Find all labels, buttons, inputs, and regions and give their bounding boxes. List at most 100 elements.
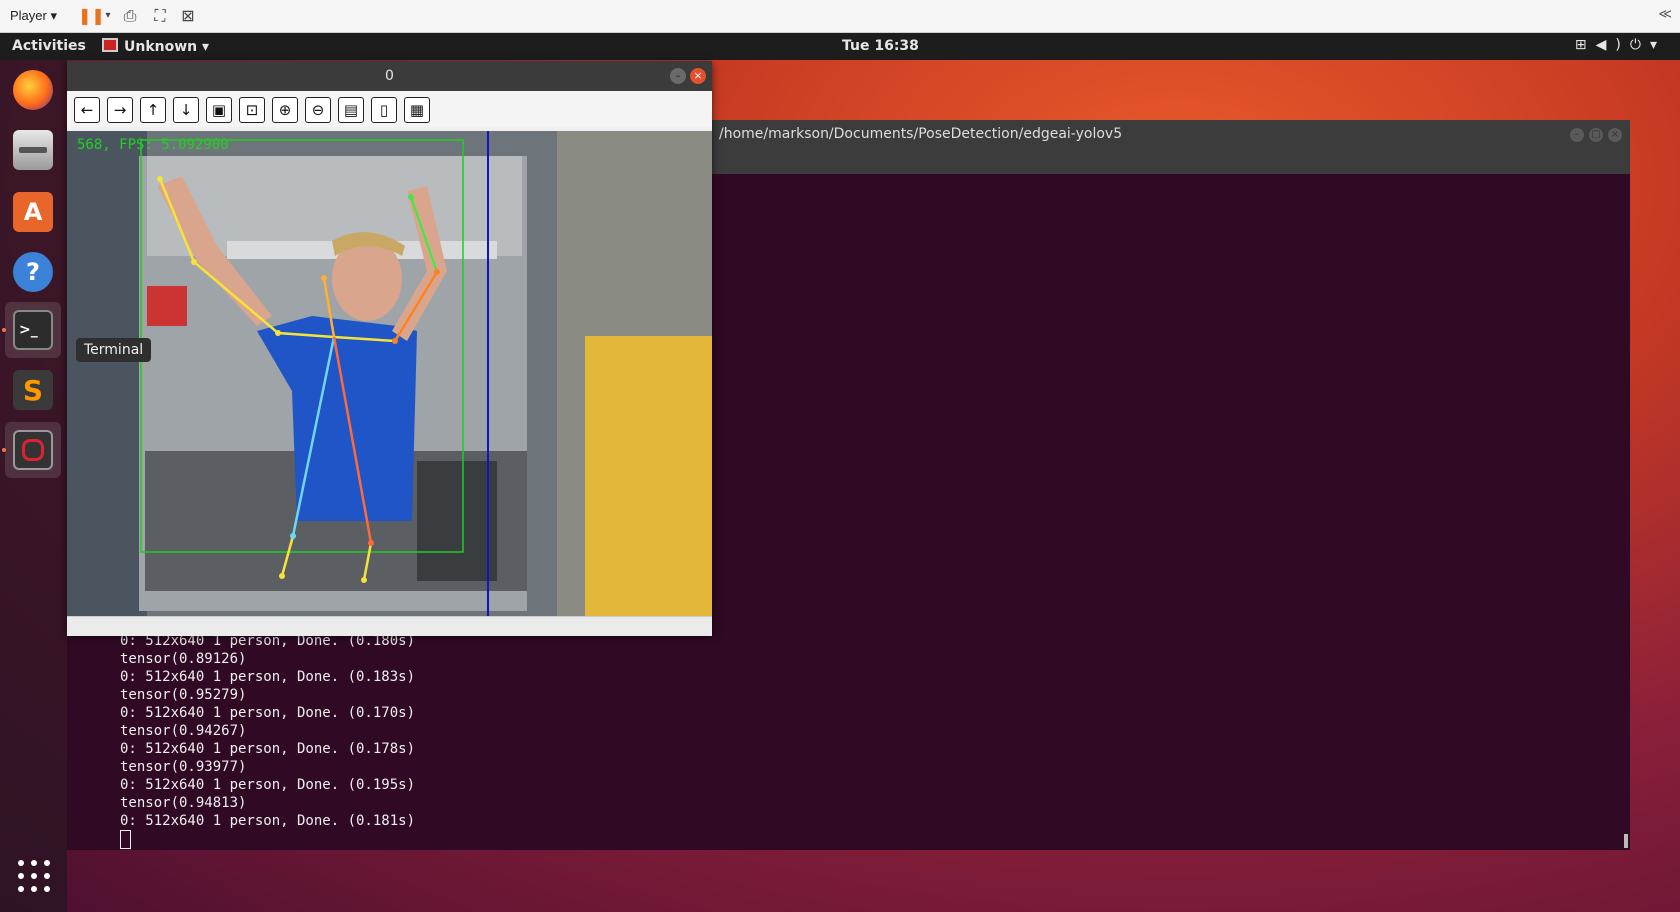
image-icon: ▣: [211, 101, 227, 119]
keypoint: [434, 269, 440, 275]
keypoint: [290, 533, 296, 539]
terminal-line: tensor(0.93977): [120, 759, 247, 775]
player-menu-button[interactable]: Player ▾: [10, 8, 57, 24]
show-applications-button[interactable]: [18, 860, 50, 892]
pose-visualization: [67, 131, 712, 616]
close-button[interactable]: ×: [690, 68, 706, 84]
network-icon: ⊞: [1574, 37, 1596, 53]
stove: [417, 461, 497, 581]
image-zoom-icon: ⊡: [245, 101, 259, 119]
terminal-line: 0: 512x640 1 person, Done. (0.183s): [120, 669, 416, 685]
terminal-line: tensor(0.89126): [120, 651, 247, 667]
zoom-out-icon: ⊖: [311, 101, 325, 119]
collapse-toolbar-button[interactable]: ≪: [1658, 7, 1672, 22]
pan-down-button[interactable]: ↓: [173, 97, 199, 123]
top-bar: Activities Unknown ▾ Tue 16:38 ⊞◀)⏻▾: [0, 33, 1680, 60]
pan-up-button[interactable]: ↑: [140, 97, 166, 123]
keypoint: [408, 194, 414, 200]
power-icon: ⏻: [1629, 37, 1650, 53]
zoom-original-button[interactable]: ⊡: [239, 97, 265, 123]
terminal-line: tensor(0.94267): [120, 723, 247, 739]
terminal-line: tensor(0.94813): [120, 795, 247, 811]
minimize-button[interactable]: –: [1570, 128, 1584, 142]
save-image-button[interactable]: ▤: [338, 97, 364, 123]
dock: A ? >_ S: [0, 60, 67, 912]
logo-sign: [147, 286, 187, 326]
keypoint: [368, 540, 374, 546]
terminal-line: 0: 512x640 1 person, Done. (0.170s): [120, 705, 416, 721]
dock-tooltip: Terminal: [76, 338, 152, 362]
app-icon: [102, 38, 118, 52]
save-icon: ▤: [343, 101, 359, 119]
keypoint: [191, 259, 197, 265]
send-keys-icon[interactable]: ⎙: [120, 6, 140, 26]
arrow-down-icon: ↓: [179, 101, 193, 119]
recorder-icon: [13, 430, 53, 470]
app-menu-label: Unknown ▾: [124, 39, 210, 55]
terminal-line: tensor(0.95279): [120, 687, 247, 703]
terminal-scrollbar[interactable]: [1624, 834, 1628, 848]
pause-icon[interactable]: ❚❚: [78, 6, 105, 26]
clipboard-icon: ▯: [379, 101, 389, 119]
software-icon: A: [13, 192, 53, 232]
terminal-line: 0: 512x640 1 person, Done. (0.178s): [120, 741, 416, 757]
close-button[interactable]: ×: [1608, 128, 1622, 142]
zoom-out-button[interactable]: ⊖: [305, 97, 331, 123]
app-menu[interactable]: Unknown ▾: [102, 38, 209, 55]
opencv-statusbar: [67, 616, 712, 636]
copy-clipboard-button[interactable]: ▯: [371, 97, 397, 123]
running-indicator: [2, 448, 6, 452]
sublime-icon: S: [13, 370, 53, 410]
keypoint: [361, 577, 367, 583]
fps-label: 568, FPS: 5.092900: [77, 137, 229, 153]
keypoint: [157, 176, 163, 182]
camera-frame[interactable]: 568, FPS: 5.092900: [67, 131, 712, 616]
maximize-button[interactable]: □: [1589, 128, 1603, 142]
dock-item-firefox[interactable]: [5, 62, 61, 118]
terminal-cursor: [120, 830, 131, 849]
dock-item-recorder[interactable]: [2, 422, 61, 478]
pan-right-button[interactable]: →: [107, 97, 133, 123]
running-indicator: [2, 328, 6, 332]
properties-button[interactable]: ▦: [404, 97, 430, 123]
dock-item-help[interactable]: ?: [5, 244, 61, 300]
terminal-title: /home/markson/Documents/PoseDetection/ed…: [719, 126, 1123, 142]
monitor-edge: [67, 131, 147, 616]
keypoint: [275, 330, 281, 336]
help-icon: ?: [13, 252, 53, 292]
terminal-icon: >_: [13, 310, 53, 350]
terminal-line: 0: 512x640 1 person, Done. (0.195s): [120, 777, 416, 793]
files-icon: [13, 130, 53, 170]
arrow-left-icon: ←: [80, 101, 94, 119]
properties-icon: ▦: [409, 101, 425, 119]
zoom-in-icon: ⊕: [278, 101, 292, 119]
clock[interactable]: Tue 16:38: [842, 38, 919, 54]
dock-item-files[interactable]: [5, 122, 61, 178]
unity-icon[interactable]: ⊠: [178, 6, 198, 26]
keypoint: [321, 275, 327, 281]
chevron-down-icon[interactable]: ▾: [98, 6, 118, 26]
opencv-window[interactable]: 0 – × ← → ↑ ↓ ▣ ⊡ ⊕ ⊖ ▤ ▯ ▦ 568, FPS: 5.…: [67, 61, 712, 636]
dock-item-sublime[interactable]: S: [5, 362, 61, 418]
zoom-fit-button[interactable]: ▣: [206, 97, 232, 123]
zoom-in-button[interactable]: ⊕: [272, 97, 298, 123]
chevron-down-icon: ▾: [1649, 37, 1666, 53]
terminal-line: 0: 512x640 1 person, Done. (0.181s): [120, 813, 416, 829]
terminal-output[interactable]: 0: 512x640 1 person, Done. (0.180s) tenso…: [120, 632, 415, 851]
fullscreen-icon[interactable]: ⛶: [150, 6, 170, 26]
yellow-wall: [585, 336, 712, 616]
keypoint: [392, 338, 398, 344]
activities-button[interactable]: Activities: [12, 38, 86, 54]
volume-icon: ◀): [1595, 37, 1630, 53]
arrow-right-icon: →: [113, 101, 127, 119]
minimize-button[interactable]: –: [670, 68, 686, 84]
opencv-toolbar: ← → ↑ ↓ ▣ ⊡ ⊕ ⊖ ▤ ▯ ▦: [67, 91, 712, 127]
firefox-icon: [13, 70, 53, 110]
arrow-up-icon: ↑: [146, 101, 160, 119]
pan-left-button[interactable]: ←: [74, 97, 100, 123]
opencv-title: 0: [67, 61, 712, 91]
system-tray[interactable]: ⊞◀)⏻▾: [1575, 37, 1666, 53]
dock-item-software[interactable]: A: [5, 184, 61, 240]
keypoint: [279, 573, 285, 579]
dock-item-terminal[interactable]: >_: [2, 302, 61, 358]
